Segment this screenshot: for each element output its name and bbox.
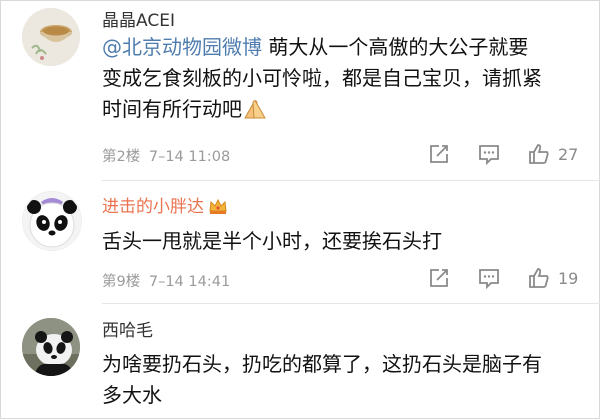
avatar[interactable] [22, 8, 80, 66]
username-text: 进击的小胖达 [102, 197, 204, 217]
comment-text-line: 为啥要扔石头，扔吃的都算了，这扔石头是脑子有 [102, 352, 542, 376]
comment-icon[interactable] [478, 267, 500, 290]
comment-text-line: 时间有所行动吧 [102, 97, 242, 121]
comment-text: @北京动物园微博 萌大从一个高傲的大公子就要 变成乞食刻板的小可怜啦，都是自己宝… [102, 32, 592, 125]
comment-text-line: 舌头一甩就是半个小时，还要挨石头打 [102, 229, 442, 253]
avatar[interactable] [22, 318, 80, 376]
action-bar: 27 [0, 143, 600, 169]
username[interactable]: 进击的小胖达 [102, 196, 228, 218]
action-bar: 19 [0, 267, 600, 293]
palms-together-emoji [242, 98, 268, 120]
crown-badge-icon[interactable] [208, 197, 228, 215]
comment-text-line: 多大水 [102, 383, 162, 407]
comment-text: 为啥要扔石头，扔吃的都算了，这扔石头是脑子有 多大水 [102, 349, 592, 411]
repost-icon[interactable] [428, 267, 450, 289]
like-count: 19 [558, 269, 579, 288]
comment-text-segment: 萌大从一个高傲的大公子就要 [262, 35, 529, 59]
avatar[interactable] [22, 191, 82, 251]
comment-icon[interactable] [478, 143, 500, 166]
comment-text: 舌头一甩就是半个小时，还要挨石头打 [102, 226, 592, 257]
username[interactable]: 西哈毛 [102, 320, 153, 342]
comment-text-line: 变成乞食刻板的小可怜啦，都是自己宝贝，请抓紧 [102, 66, 542, 90]
mention-link[interactable]: @北京动物园微博 [102, 35, 262, 59]
like-count: 27 [558, 145, 579, 164]
divider [102, 180, 600, 181]
like-icon[interactable] [528, 143, 550, 165]
repost-icon[interactable] [428, 143, 450, 165]
like-icon[interactable] [528, 267, 550, 289]
divider [102, 303, 600, 304]
username[interactable]: 晶晶ACEI [102, 10, 175, 32]
